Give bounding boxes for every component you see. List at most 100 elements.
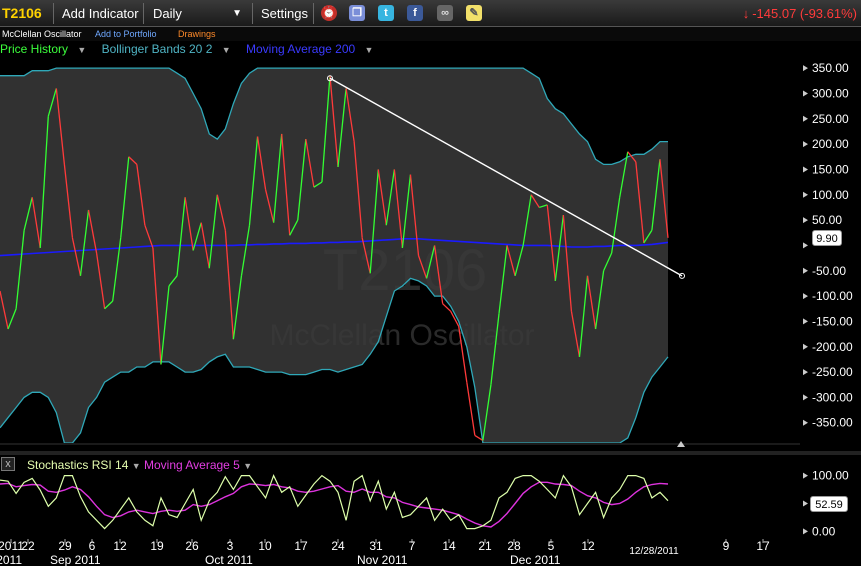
x-tick-label: 5 <box>548 539 555 553</box>
x-tick-label: 17 <box>294 539 308 553</box>
x-tick-label: 14 <box>442 539 456 553</box>
y-tick-mark <box>803 528 808 535</box>
x-tick-label: 21 <box>478 539 492 553</box>
legend-bollinger-label: Bollinger Bands 20 2 <box>101 42 213 56</box>
settings-button[interactable]: Settings <box>261 0 308 27</box>
x-tick-label: 28 <box>507 539 521 553</box>
legend-stochastics-rsi[interactable]: Stochastics RSI 14 ▼ <box>27 458 141 472</box>
chevron-down-icon: ▼ <box>131 461 141 471</box>
toolbar: T2106 Add Indicator Daily ▼ Settings ⏰ ❐… <box>0 0 861 27</box>
x-tick-label: 9 <box>723 539 730 553</box>
x-tick-label: 6 <box>89 539 96 553</box>
y-tick-mark <box>803 267 808 274</box>
alarm-clock-icon[interactable]: ⏰ <box>321 5 337 21</box>
legend-moving-average-5[interactable]: Moving Average 5 ▼ <box>144 458 252 472</box>
y-tick-mark <box>803 472 808 479</box>
y-tick-mark <box>803 65 808 72</box>
sticky-note-icon[interactable]: ✎ <box>466 5 482 21</box>
y-tick-label: 0.00 <box>812 524 836 538</box>
legend-price-history-label: Price History <box>0 42 69 56</box>
toolbar-divider <box>143 3 144 24</box>
drawings-link[interactable]: Drawings <box>178 27 216 41</box>
y-tick-mark <box>803 141 808 148</box>
month-label: 2011 <box>0 553 22 566</box>
x-tick-label: 26 <box>185 539 199 553</box>
y-tick-label: 50.00 <box>812 213 842 227</box>
x-tick-label: 29 <box>58 539 72 553</box>
month-label: Dec 2011 <box>510 553 561 566</box>
x-tick-label: 10 <box>258 539 272 553</box>
x-tick-label: 17 <box>756 539 770 553</box>
legend-ma5-label: Moving Average 5 <box>144 458 240 472</box>
chart-canvas[interactable]: T2106McClellan Oscillator350.00300.00250… <box>0 0 861 566</box>
legend-stoch-label: Stochastics RSI 14 <box>27 458 129 472</box>
y-tick-label: 250.00 <box>812 112 849 126</box>
y-tick-label: 100.00 <box>812 469 849 483</box>
chevron-down-icon: ▼ <box>364 45 374 55</box>
close-panel-button[interactable]: x <box>1 457 15 471</box>
x-tick-label: 12 <box>113 539 127 553</box>
legend-bollinger-bands[interactable]: Bollinger Bands 20 2 ▼ <box>102 42 237 58</box>
y-tick-label: -250.00 <box>812 365 853 379</box>
twitter-icon[interactable]: t <box>378 5 394 21</box>
stoch-rsi-line <box>0 474 669 530</box>
x-tick-label: 7 <box>409 539 416 553</box>
y-tick-mark <box>803 293 808 300</box>
y-tick-label: 200.00 <box>812 137 849 151</box>
chevron-down-icon: ▼ <box>221 45 231 55</box>
y-tick-mark <box>803 115 808 122</box>
x-tick-label: 22 <box>21 539 35 553</box>
current-rsi-badge: 52.59 <box>810 496 848 512</box>
x-tick-label: 24 <box>331 539 345 553</box>
y-tick-mark <box>803 343 808 350</box>
toolbar-divider <box>252 3 253 24</box>
month-label: Oct 2011 <box>205 553 253 566</box>
add-indicator-button[interactable]: Add Indicator <box>62 0 139 27</box>
x-tick-label: 12 <box>581 539 595 553</box>
period-value: Daily <box>153 6 182 21</box>
y-tick-mark <box>803 318 808 325</box>
sub-toolbar: McClellan Oscillator Add to Portfolio Dr… <box>0 27 861 41</box>
lower-plot-area <box>0 474 669 530</box>
month-label: Sep 2011 <box>50 553 101 566</box>
facebook-icon[interactable]: f <box>407 5 423 21</box>
price-segment <box>466 382 476 436</box>
y-tick-label: -50.00 <box>812 264 846 278</box>
y-tick-label: -200.00 <box>812 340 853 354</box>
price-change-value: -145.07 (-93.61%) <box>752 6 857 21</box>
y-tick-mark <box>803 242 808 249</box>
arrow-down-icon: ↓ <box>742 6 750 21</box>
chevron-down-icon: ▼ <box>232 8 242 19</box>
legend-moving-average[interactable]: Moving Average 200 ▼ <box>246 42 379 58</box>
x-tick-label: 31 <box>369 539 383 553</box>
toolbar-divider <box>53 3 54 24</box>
stoch-ma5-line <box>0 481 669 528</box>
main-chart-legend: Price History ▼ Bollinger Bands 20 2 ▼ M… <box>0 42 385 57</box>
y-tick-mark <box>803 369 808 376</box>
y-tick-mark <box>803 217 808 224</box>
y-tick-mark <box>803 500 808 507</box>
binoculars-icon[interactable]: ∞ <box>437 5 453 21</box>
y-tick-label: -150.00 <box>812 314 853 328</box>
lower-chart-legend: Stochastics RSI 14 ▼ Moving Average 5 ▼ <box>27 458 252 473</box>
legend-price-history[interactable]: Price History ▼ <box>0 42 92 58</box>
y-tick-label: -300.00 <box>812 390 853 404</box>
add-to-portfolio-link[interactable]: Add to Portfolio <box>95 27 157 41</box>
symbol-label[interactable]: T2106 <box>2 0 42 27</box>
period-dropdown[interactable]: Daily ▼ <box>148 0 246 27</box>
y-tick-mark <box>803 90 808 97</box>
current-price-badge: 9.90 <box>812 230 842 246</box>
y-tick-mark <box>803 191 808 198</box>
chevron-down-icon: ▼ <box>77 45 87 55</box>
toolbar-divider <box>313 3 314 24</box>
chevron-down-icon: ▼ <box>243 461 253 471</box>
y-tick-mark <box>803 166 808 173</box>
y-tick-label: 100.00 <box>812 188 849 202</box>
y-tick-mark <box>803 394 808 401</box>
copy-icon[interactable]: ❐ <box>349 5 365 21</box>
legend-moving-average-label: Moving Average 200 <box>245 42 356 56</box>
main-plot-area: T2106McClellan Oscillator <box>0 67 669 443</box>
y-tick-label: 300.00 <box>812 86 849 100</box>
panel-divider <box>0 451 861 455</box>
price-change: ↓ -145.07 (-93.61%) <box>743 0 857 27</box>
